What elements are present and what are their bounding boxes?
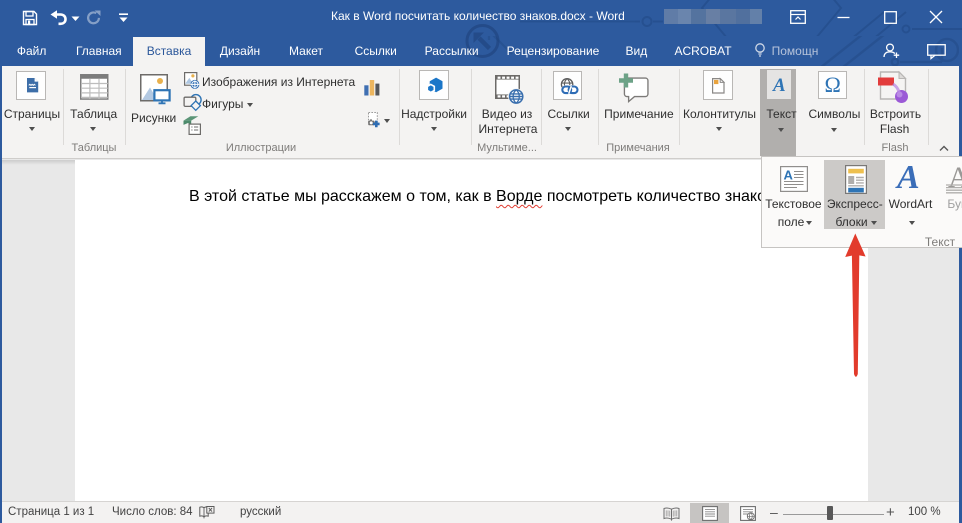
- svg-text:A: A: [783, 168, 793, 183]
